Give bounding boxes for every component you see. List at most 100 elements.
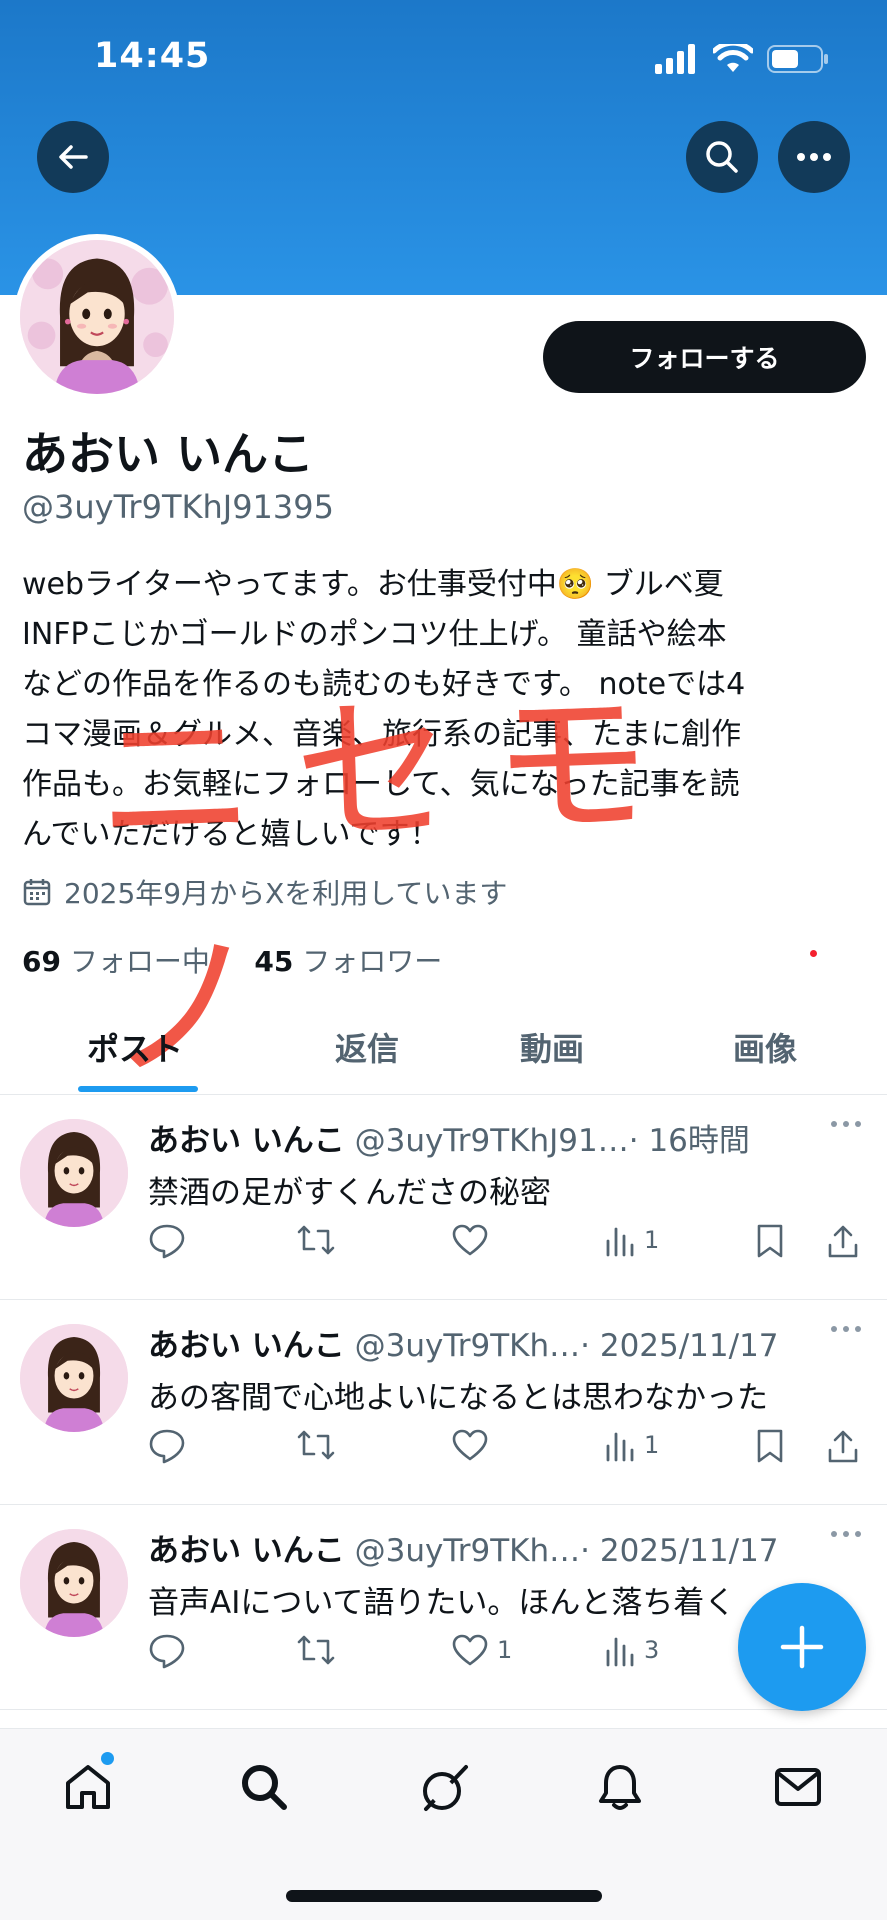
- like-button[interactable]: [451, 1428, 497, 1462]
- signal-icon: [655, 44, 695, 74]
- post-text: 音声AIについて語りたい。ほんと落ち着く: [148, 1585, 736, 1621]
- reply-button[interactable]: [148, 1223, 186, 1259]
- plus-icon: [780, 1625, 824, 1669]
- post-text: 禁酒の足がすくんださの秘密: [148, 1175, 551, 1211]
- post-item[interactable]: あおい いんこ @3uyTr9TKhJ91…· 16時間 禁酒の足がすくんださの…: [0, 1095, 887, 1300]
- bookmark-icon: [757, 1429, 783, 1463]
- tab-images[interactable]: 画像: [733, 1024, 797, 1070]
- like-button[interactable]: 1: [451, 1633, 512, 1667]
- post-actions: 1: [148, 1223, 868, 1267]
- following-label: フォロー中: [69, 945, 210, 978]
- repost-icon: [297, 1225, 335, 1255]
- post-avatar[interactable]: [20, 1119, 128, 1227]
- view-count: 1: [644, 1431, 660, 1459]
- reply-icon: [149, 1224, 185, 1259]
- follow-button[interactable]: フォローする: [543, 321, 866, 393]
- reply-button[interactable]: [148, 1428, 186, 1464]
- reply-icon: [149, 1634, 185, 1669]
- views-icon: [606, 1637, 634, 1667]
- post-avatar[interactable]: [20, 1324, 128, 1432]
- tab-replies[interactable]: 返信: [335, 1024, 399, 1070]
- post-more-icon[interactable]: [829, 1324, 863, 1334]
- home-indicator[interactable]: [286, 1890, 602, 1902]
- wifi-icon: [713, 44, 753, 72]
- heart-icon: [452, 1224, 488, 1256]
- mail-icon: [775, 1768, 821, 1806]
- tab-posts[interactable]: ポスト: [87, 1024, 183, 1070]
- post-author-handle: @3uyTr9TKh…: [354, 1328, 581, 1364]
- reply-button[interactable]: [148, 1633, 186, 1669]
- post-avatar[interactable]: [20, 1529, 128, 1637]
- like-button[interactable]: [451, 1223, 497, 1257]
- more-button[interactable]: [778, 121, 850, 193]
- nav-home[interactable]: [62, 1761, 114, 1817]
- share-icon: [828, 1430, 858, 1463]
- views-button[interactable]: 1: [604, 1428, 659, 1462]
- bell-icon: [599, 1765, 641, 1810]
- joined-text: 2025年9月からXを利用しています: [64, 877, 508, 910]
- search-button[interactable]: [686, 121, 758, 193]
- bio-line: webライターやってます。お仕事受付中🥺 ブルベ夏: [22, 567, 724, 602]
- post-author-name[interactable]: あおい いんこ: [148, 1533, 345, 1569]
- back-button[interactable]: [37, 121, 109, 193]
- post-author-name[interactable]: あおい いんこ: [148, 1328, 345, 1364]
- nav-grok[interactable]: [416, 1761, 472, 1821]
- joined-date: 2025年9月からXを利用しています: [22, 872, 507, 912]
- views-button[interactable]: 1: [604, 1223, 659, 1257]
- avatar-illustration: [20, 1324, 128, 1432]
- share-button[interactable]: [826, 1428, 860, 1464]
- home-icon: [66, 1765, 110, 1809]
- repost-button[interactable]: [296, 1633, 336, 1667]
- following-count: 69: [22, 945, 61, 978]
- repost-button[interactable]: [296, 1428, 336, 1462]
- view-count: 1: [644, 1226, 660, 1254]
- share-icon: [828, 1225, 858, 1258]
- status-bar: 14:45: [0, 0, 887, 110]
- notification-dot: [810, 950, 817, 957]
- like-count: 1: [497, 1636, 513, 1664]
- nav-notifications[interactable]: [594, 1761, 646, 1817]
- post-author-handle: @3uyTr9TKhJ91…: [354, 1123, 629, 1159]
- post-header: あおい いんこ @3uyTr9TKh…· 2025/11/17: [148, 1525, 779, 1570]
- post-text: あの客間で心地よいになるとは思わなかった: [148, 1380, 768, 1416]
- post-author-name[interactable]: あおい いんこ: [148, 1123, 345, 1159]
- bookmark-button[interactable]: [755, 1223, 785, 1259]
- avatar-illustration: [20, 1529, 128, 1637]
- nav-search[interactable]: [238, 1761, 290, 1817]
- nav-messages[interactable]: [772, 1761, 824, 1817]
- tab-videos[interactable]: 動画: [520, 1024, 584, 1070]
- profile-avatar[interactable]: [14, 234, 180, 400]
- post-actions: 1: [148, 1428, 868, 1472]
- more-icon: [797, 153, 831, 161]
- share-button[interactable]: [826, 1223, 860, 1259]
- repost-icon: [297, 1430, 335, 1460]
- followers-link[interactable]: 45 フォロワー: [254, 945, 442, 978]
- post-more-icon[interactable]: [829, 1119, 863, 1129]
- post-time: · 2025/11/17: [580, 1328, 779, 1364]
- profile-tabs: ポスト 返信 動画 画像: [0, 1010, 887, 1095]
- back-arrow-icon: [59, 145, 88, 169]
- search-icon: [706, 141, 738, 173]
- follow-stats: 69 フォロー中 45 フォロワー: [22, 940, 442, 980]
- profile-handle: @3uyTr9TKhJ91395: [22, 488, 334, 526]
- status-icons: [653, 44, 829, 74]
- avatar-illustration: [20, 1119, 128, 1227]
- repost-button[interactable]: [296, 1223, 336, 1257]
- views-button[interactable]: 3: [604, 1633, 659, 1667]
- post-more-icon[interactable]: [829, 1529, 863, 1539]
- bookmark-icon: [757, 1224, 783, 1258]
- search-icon: [242, 1765, 287, 1810]
- calendar-icon: [23, 879, 51, 906]
- display-name: あおい いんこ: [22, 427, 315, 481]
- bookmark-button[interactable]: [755, 1428, 785, 1464]
- post-item[interactable]: あおい いんこ @3uyTr9TKh…· 2025/11/17 あの客間で心地よ…: [0, 1300, 887, 1505]
- view-count: 3: [644, 1636, 660, 1664]
- following-link[interactable]: 69 フォロー中: [22, 945, 210, 978]
- followers-count: 45: [254, 945, 294, 978]
- battery-icon: [767, 45, 828, 73]
- grok-icon: [423, 1765, 468, 1811]
- compose-button[interactable]: [738, 1583, 866, 1711]
- heart-icon: [452, 1429, 488, 1461]
- post-time: · 2025/11/17: [580, 1533, 779, 1569]
- followers-label: フォロワー: [302, 945, 443, 978]
